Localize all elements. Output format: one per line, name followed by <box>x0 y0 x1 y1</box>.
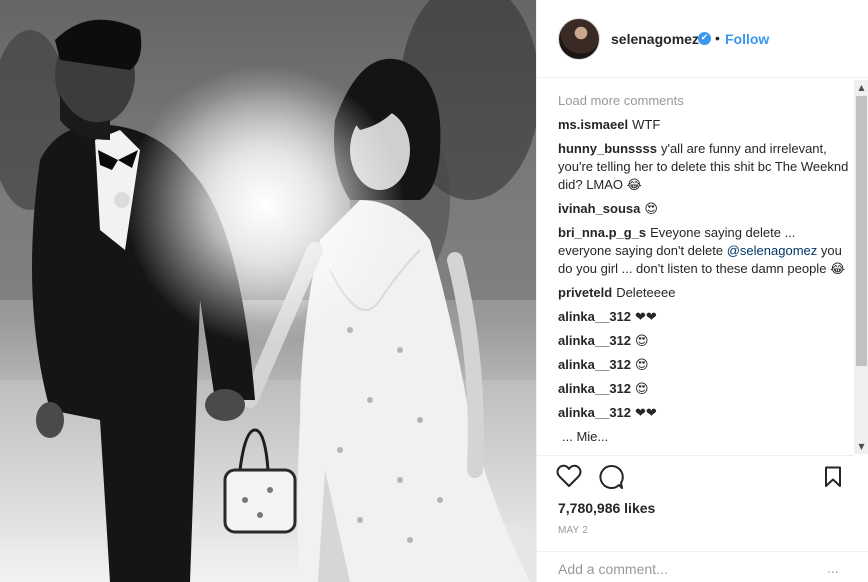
comment-text: WTF <box>632 117 661 132</box>
comment: bri_nna.p_g_s Eveyone saying delete ... e… <box>558 224 850 278</box>
comment-text: ... Mie... <box>562 429 609 444</box>
verified-icon: ✔ <box>698 32 711 45</box>
comment-text: 😍 <box>635 357 649 372</box>
comment-author[interactable]: hunny_bunssss <box>558 141 657 156</box>
comment-text: ❤❤ <box>635 309 657 324</box>
heart-icon[interactable] <box>556 464 582 493</box>
comment: ... Mie... <box>558 428 850 446</box>
comment: ms.ismaeel WTF <box>558 116 850 134</box>
load-more-comments-link[interactable]: Load more comments <box>558 92 850 116</box>
comment-author[interactable]: ms.ismaeel <box>558 117 628 132</box>
photo-illustration <box>0 0 536 582</box>
post-photo[interactable] <box>0 0 536 582</box>
comment: alinka__312 ❤❤ <box>558 308 850 326</box>
comment: alinka__312 ❤❤ <box>558 404 850 422</box>
comment-mention-link[interactable]: @selenagomez <box>727 243 818 258</box>
likes-count[interactable]: 7,780,986 likes <box>558 500 655 516</box>
comment: ivinah_sousa 😍 <box>558 200 850 218</box>
comment-author[interactable]: alinka__312 <box>558 381 631 396</box>
comment-text: 😍 <box>644 201 658 216</box>
comment-author[interactable]: alinka__312 <box>558 405 631 420</box>
comment-composer: ... <box>537 551 868 582</box>
avatar[interactable] <box>558 18 600 60</box>
comment-author[interactable]: ivinah_sousa <box>558 201 640 216</box>
scroll-up-arrow-icon[interactable]: ▲ <box>854 80 868 95</box>
comment-text: Deleteeee <box>616 285 676 300</box>
post-sidebar: selenagomez ✔ • Follow Load more comment… <box>536 0 868 582</box>
comment: hunny_bunssss y'all are funny and irrelev… <box>558 140 850 194</box>
comment: alinka__312 😍 <box>558 380 850 398</box>
bookmark-icon[interactable] <box>823 466 843 493</box>
scroll-down-arrow-icon[interactable]: ▼ <box>854 439 868 454</box>
comment-icon[interactable] <box>598 464 624 495</box>
username-link[interactable]: selenagomez <box>611 31 699 47</box>
comment-author[interactable]: alinka__312 <box>558 333 631 348</box>
comment-text: ❤❤ <box>635 405 657 420</box>
post-header: selenagomez ✔ • Follow <box>537 0 868 78</box>
scroll-thumb[interactable] <box>856 96 867 366</box>
follow-button[interactable]: Follow <box>725 31 769 47</box>
add-comment-input[interactable] <box>558 561 818 577</box>
comment-author[interactable]: priveteld <box>558 285 612 300</box>
comment-text: 😍 <box>635 381 649 396</box>
comment: priveteld Deleteeee <box>558 284 850 302</box>
comments-scrollbar[interactable]: ▲ ▼ <box>854 80 868 454</box>
comment-author[interactable]: alinka__312 <box>558 309 631 324</box>
comment: alinka__312 😍 <box>558 332 850 350</box>
post-date: MAY 2 <box>558 525 589 536</box>
comment-author[interactable]: bri_nna.p_g_s <box>558 225 646 240</box>
comments-list[interactable]: Load more comments ms.ismaeel WTF hunny_b… <box>558 92 850 455</box>
more-options-icon[interactable]: ... <box>827 560 839 576</box>
comment-author[interactable]: alinka__312 <box>558 357 631 372</box>
comment-text: 😍 <box>635 333 649 348</box>
comment: alinka__312 😍 <box>558 356 850 374</box>
separator-dot: • <box>715 30 720 46</box>
